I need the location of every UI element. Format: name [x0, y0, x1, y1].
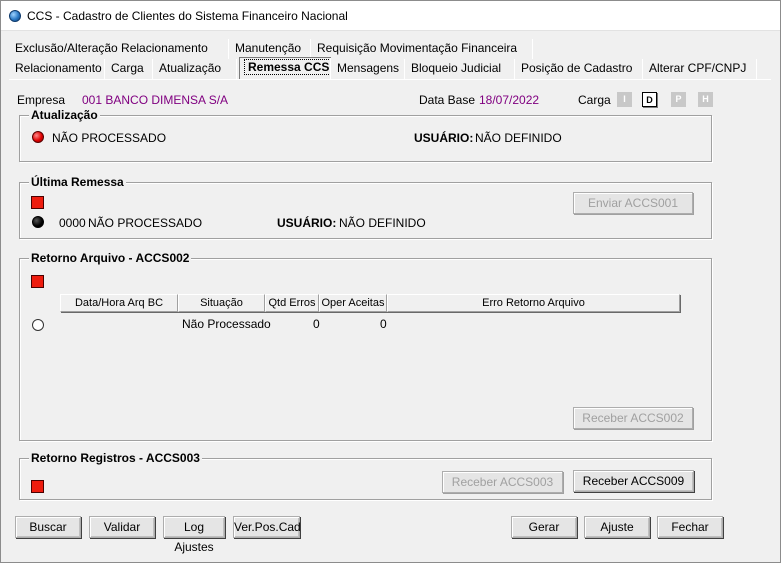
tab-requisicao-movimentacao-financeira[interactable]: Requisição Movimentação Financeira [311, 39, 533, 59]
enviar-accs001-button[interactable]: Enviar ACCS001 [573, 192, 693, 214]
tab-posicao-de-cadastro[interactable]: Posição de Cadastro [515, 59, 643, 79]
log-ajustes-button[interactable]: Log Ajustes [163, 516, 225, 554]
tab-remessa-ccs[interactable]: Remessa CCS [239, 57, 334, 80]
column-header-situacao[interactable]: Situação [178, 294, 265, 312]
app-window: CCS - Cadastro de Clientes do Sistema Fi… [0, 0, 781, 563]
column-header-oper-aceitas[interactable]: Oper Aceitas [319, 294, 387, 312]
tab-atualizacao[interactable]: Atualização [153, 59, 237, 79]
column-header-erro-retorno-arquivo[interactable]: Erro Retorno Arquivo [387, 294, 680, 312]
gerar-button[interactable]: Gerar [511, 516, 577, 538]
atualizacao-usuario-value: NÃO DEFINIDO [475, 131, 562, 145]
carga-option-i[interactable]: I [617, 92, 632, 107]
atualizacao-title: Atualização [29, 108, 100, 122]
receber-accs009-button[interactable]: Receber ACCS009 [573, 470, 694, 492]
ultima-remessa-status: NÃO PROCESSADO [88, 216, 203, 230]
ultima-remessa-title: Última Remessa [29, 175, 126, 189]
tab-relacionamento[interactable]: Relacionamento [9, 59, 105, 79]
tab-carga[interactable]: Carga [105, 59, 153, 79]
empresa-label: Empresa [17, 93, 66, 107]
atualizacao-usuario-label: USUÁRIO: [414, 131, 474, 145]
empresa-value: 001 BANCO DIMENSA S/A [82, 93, 229, 107]
buscar-button[interactable]: Buscar [15, 516, 81, 538]
ajuste-button[interactable]: Ajuste [584, 516, 650, 538]
tab-panel-top-edge [9, 79, 771, 80]
receber-accs002-button[interactable]: Receber ACCS002 [573, 407, 693, 429]
atualizacao-status-led-icon [32, 131, 44, 143]
retorno-arquivo-status-square-icon [31, 275, 44, 288]
validar-button[interactable]: Validar [89, 516, 155, 538]
ultima-remessa-led-icon [32, 216, 44, 228]
cell-oper-aceitas: 0 [380, 317, 387, 331]
ultima-remessa-usuario-value: NÃO DEFINIDO [339, 216, 426, 230]
ultima-remessa-numero: 0000 [59, 216, 86, 230]
column-header-data-hora[interactable]: Data/Hora Arq BC [60, 294, 178, 312]
carga-option-p[interactable]: P [671, 92, 686, 107]
atualizacao-status: NÃO PROCESSADO [52, 131, 167, 145]
carga-option-d[interactable]: D [642, 92, 657, 107]
tab-manutencao[interactable]: Manutenção [229, 39, 311, 59]
ultima-remessa-status-square-icon [31, 196, 44, 209]
app-globe-icon [9, 10, 21, 22]
window-title: CCS - Cadastro de Clientes do Sistema Fi… [27, 9, 348, 23]
receber-accs003-button[interactable]: Receber ACCS003 [442, 471, 563, 493]
ver-pos-cad-button[interactable]: Ver.Pos.Cad [233, 516, 301, 538]
data-base-value: 18/07/2022 [479, 93, 540, 107]
tab-exclusao-alteracao-relacionamento[interactable]: Exclusão/Alteração Relacionamento [9, 39, 229, 59]
retorno-arquivo-title: Retorno Arquivo - ACCS002 [29, 251, 192, 265]
tab-bloqueio-judicial[interactable]: Bloqueio Judicial [405, 59, 515, 79]
retorno-registros-status-square-icon [31, 480, 44, 493]
tab-remessa-ccs-label: Remessa CCS [244, 59, 334, 75]
carga-label: Carga [578, 93, 611, 107]
retorno-registros-title: Retorno Registros - ACCS003 [29, 451, 202, 465]
title-bar: CCS - Cadastro de Clientes do Sistema Fi… [1, 1, 780, 31]
tab-alterar-cpf-cnpj[interactable]: Alterar CPF/CNPJ [643, 59, 757, 79]
carga-option-h[interactable]: H [698, 92, 713, 107]
tab-mensagens[interactable]: Mensagens [331, 59, 405, 79]
column-header-qtd-erros[interactable]: Qtd Erros [265, 294, 319, 312]
data-base-label: Data Base [419, 93, 476, 107]
cell-qtd-erros: 0 [313, 317, 320, 331]
cell-situacao: Não Processado [182, 317, 271, 331]
fechar-button[interactable]: Fechar [657, 516, 723, 538]
row-select-radio-icon[interactable] [32, 319, 44, 331]
ultima-remessa-usuario-label: USUÁRIO: [277, 216, 337, 230]
